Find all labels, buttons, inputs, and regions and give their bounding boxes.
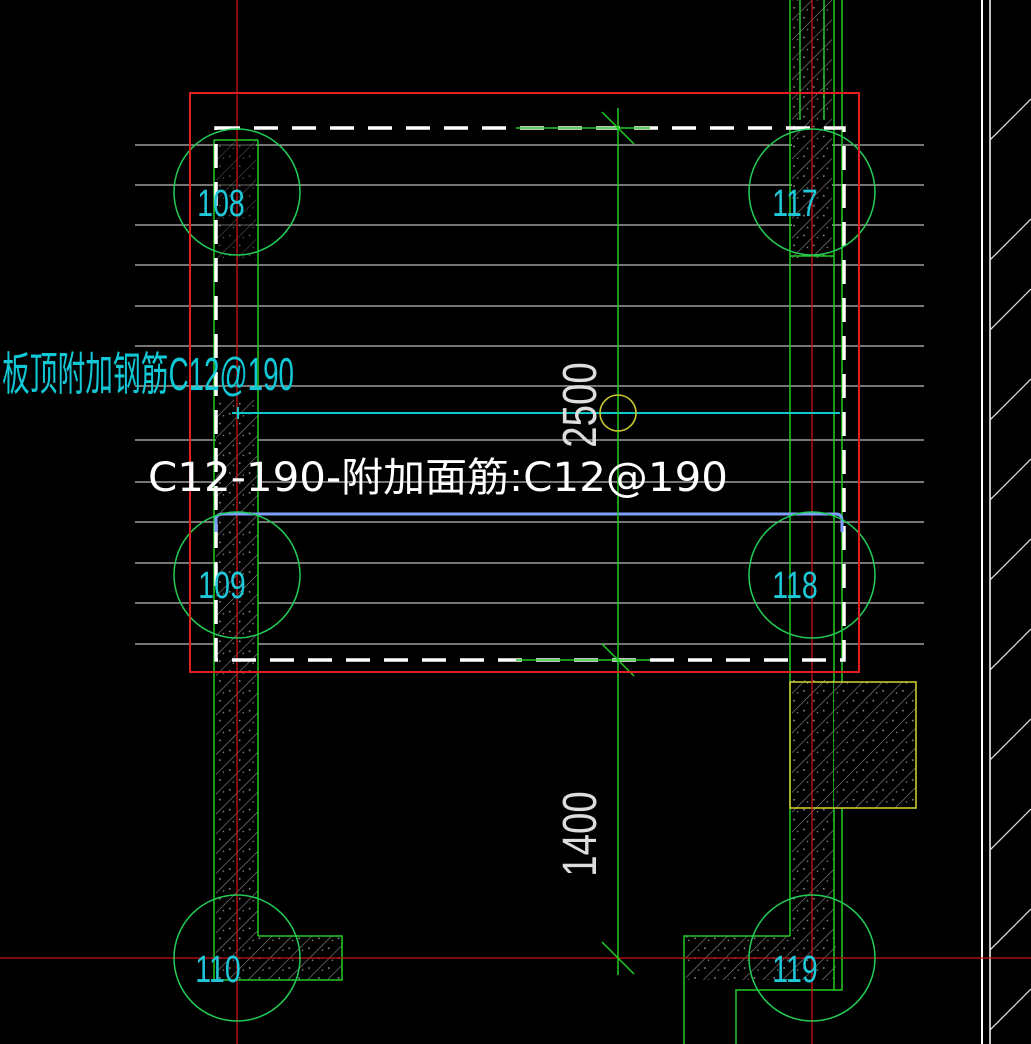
pile-label-top-left: 108 — [197, 183, 245, 225]
pile-label-mid-left: 109 — [198, 565, 246, 607]
pile-label-top-right: 117 — [772, 183, 817, 225]
pile-label-bottom-left: 110 — [195, 949, 240, 991]
dimension-text-1400: 1400 — [554, 791, 607, 876]
hover-tooltip-text: C12-190-附加面筋:C12@190 — [148, 455, 728, 501]
cad-drawing-canvas[interactable]: 108 117 109 118 110 119 2500 1400 板顶附加钢筋… — [0, 0, 1031, 1044]
dimension-text-2500: 2500 — [554, 362, 607, 447]
pile-label-mid-right: 118 — [772, 565, 817, 607]
rebar-annotation-label[interactable]: 板顶附加钢筋C12@190 — [2, 348, 294, 400]
pile-label-bottom-right: 119 — [772, 949, 817, 991]
